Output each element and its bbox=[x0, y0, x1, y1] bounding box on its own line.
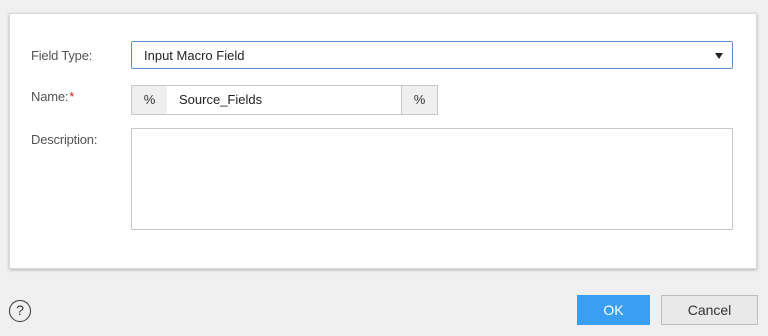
required-marker: * bbox=[69, 89, 75, 104]
dialog-body: Field Type: Input Macro Field Name:* % S… bbox=[9, 13, 757, 269]
name-label-group: Name:* bbox=[31, 89, 74, 104]
name-suffix-button[interactable]: % bbox=[401, 85, 438, 115]
field-type-label: Field Type: bbox=[31, 48, 93, 63]
name-input[interactable]: Source_Fields bbox=[167, 85, 401, 115]
cancel-button[interactable]: Cancel bbox=[661, 295, 758, 325]
ok-button[interactable]: OK bbox=[577, 295, 650, 325]
help-icon[interactable]: ? bbox=[9, 300, 31, 322]
name-label: Name: bbox=[31, 89, 69, 104]
description-label: Description: bbox=[31, 132, 98, 147]
caret-down-icon bbox=[715, 53, 723, 59]
field-type-select[interactable]: Input Macro Field bbox=[131, 41, 733, 69]
field-type-value: Input Macro Field bbox=[144, 48, 245, 63]
name-prefix-button[interactable]: % bbox=[131, 85, 168, 115]
description-textarea[interactable] bbox=[131, 128, 733, 230]
